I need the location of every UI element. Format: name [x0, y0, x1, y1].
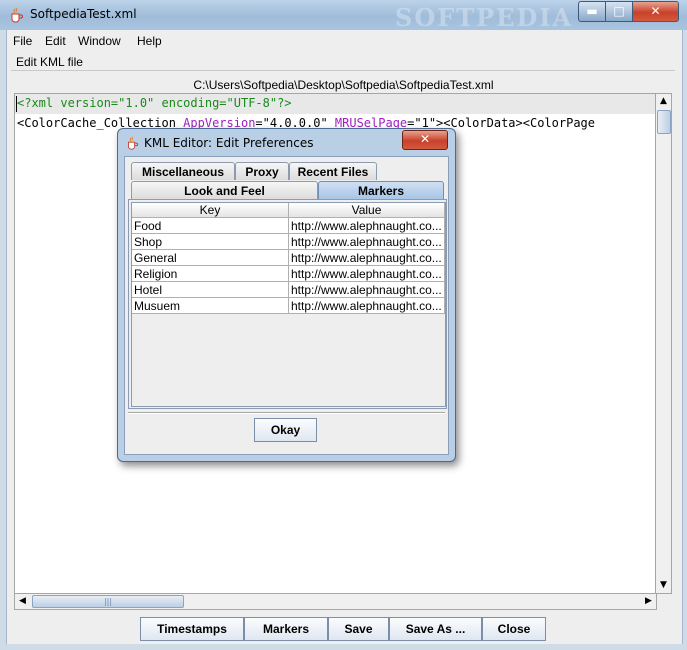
key-cell[interactable]: Hotel	[132, 282, 289, 298]
key-cell[interactable]: Shop	[132, 234, 289, 250]
value-cell[interactable]: http://www.alephnaught.co...	[289, 266, 445, 282]
menu-edit[interactable]: Edit	[45, 34, 66, 48]
close-button[interactable]: Close	[482, 617, 546, 641]
menu-file[interactable]: File	[13, 34, 32, 48]
key-cell[interactable]: Musuem	[132, 298, 289, 314]
scroll-up-arrow-icon[interactable]: ▲	[656, 94, 671, 109]
minimize-button[interactable]: ▬	[578, 1, 606, 22]
tab-miscellaneous[interactable]: Miscellaneous	[131, 162, 235, 180]
key-cell[interactable]: General	[132, 250, 289, 266]
table-header: Key Value	[132, 203, 445, 218]
dialog-title: KML Editor: Edit Preferences	[144, 136, 314, 150]
dialog-separator	[128, 412, 445, 414]
key-cell[interactable]: Religion	[132, 266, 289, 282]
dialog-titlebar[interactable]: KML Editor: Edit Preferences ✕	[118, 129, 455, 156]
close-window-button[interactable]: ✕	[632, 1, 679, 22]
scroll-down-arrow-icon[interactable]: ▼	[656, 578, 671, 593]
tab-proxy[interactable]: Proxy	[235, 162, 289, 180]
value-cell[interactable]: http://www.alephnaught.co...	[289, 218, 445, 234]
menu-help[interactable]: Help	[137, 34, 162, 48]
preferences-dialog: KML Editor: Edit Preferences ✕ Miscellan…	[117, 128, 456, 462]
okay-button[interactable]: Okay	[254, 418, 317, 442]
table-row[interactable]: Food http://www.alephnaught.co...	[132, 218, 445, 234]
softpedia-watermark: SOFTPEDIA	[395, 3, 574, 32]
scroll-right-arrow-icon[interactable]: ▶	[641, 594, 656, 609]
tab-recent-files[interactable]: Recent Files	[289, 162, 377, 180]
tab-markers[interactable]: Markers	[318, 181, 444, 199]
java-cup-icon	[125, 136, 139, 150]
column-header-value[interactable]: Value	[289, 203, 445, 218]
value-cell[interactable]: http://www.alephnaught.co...	[289, 234, 445, 250]
dialog-body: Miscellaneous Proxy Recent Files Look an…	[124, 156, 449, 455]
maximize-button[interactable]: □	[605, 1, 633, 22]
dialog-close-button[interactable]: ✕	[402, 130, 448, 150]
table-row[interactable]: General http://www.alephnaught.co...	[132, 250, 445, 266]
horizontal-scroll-thumb[interactable]: |||	[32, 595, 184, 608]
value-cell[interactable]: http://www.alephnaught.co...	[289, 250, 445, 266]
table-row[interactable]: Shop http://www.alephnaught.co...	[132, 234, 445, 250]
markers-table[interactable]: Key Value Food http://www.alephnaught.co…	[131, 202, 446, 407]
markers-button[interactable]: Markers	[244, 617, 328, 641]
save-as-button[interactable]: Save As ...	[389, 617, 482, 641]
table-row[interactable]: Religion http://www.alephnaught.co...	[132, 266, 445, 282]
vertical-scroll-thumb[interactable]	[657, 110, 671, 134]
timestamps-button[interactable]: Timestamps	[140, 617, 244, 641]
panel-label: Edit KML file	[16, 55, 87, 69]
window-title: SoftpediaTest.xml	[30, 7, 137, 21]
markers-tab-panel: Key Value Food http://www.alephnaught.co…	[128, 199, 447, 409]
table-row[interactable]: Musuem http://www.alephnaught.co...	[132, 298, 445, 314]
file-path: C:\Users\Softpedia\Desktop\Softpedia\Sof…	[193, 78, 494, 92]
value-cell[interactable]: http://www.alephnaught.co...	[289, 282, 445, 298]
panel-border	[11, 70, 675, 71]
horizontal-scrollbar[interactable]: ◀ ||| ▶	[14, 593, 657, 610]
menu-window[interactable]: Window	[78, 34, 121, 48]
vertical-scrollbar[interactable]: ▲ ▼	[655, 93, 672, 594]
xml-declaration-line: <?xml version="1.0" encoding="UTF-8"?>	[17, 96, 292, 110]
column-header-key[interactable]: Key	[132, 203, 289, 218]
scroll-left-arrow-icon[interactable]: ◀	[15, 594, 30, 609]
save-button[interactable]: Save	[328, 617, 389, 641]
menu-bar: File Edit Window Help	[6, 30, 681, 52]
tab-look-and-feel[interactable]: Look and Feel	[131, 181, 318, 199]
java-cup-icon	[8, 7, 24, 23]
key-cell[interactable]: Food	[132, 218, 289, 234]
window-titlebar[interactable]: SoftpediaTest.xml SOFTPEDIA ▬ □ ✕	[0, 0, 687, 32]
table-row[interactable]: Hotel http://www.alephnaught.co...	[132, 282, 445, 298]
value-cell[interactable]: http://www.alephnaught.co...	[289, 298, 445, 314]
